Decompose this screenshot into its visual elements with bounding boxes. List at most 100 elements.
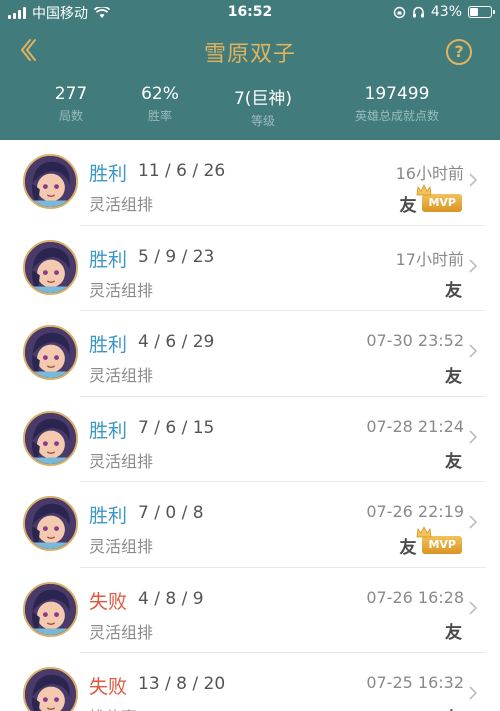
- stat-label: 局数: [58, 109, 83, 123]
- match-row[interactable]: 胜利 7 / 6 / 15 灵活组排 07-28 21:24 友: [0, 397, 500, 482]
- match-mode: 灵活组排: [89, 280, 154, 300]
- match-badges: 友: [445, 278, 462, 301]
- chevron-right-icon: [469, 344, 478, 358]
- champion-portrait-icon: [25, 241, 76, 293]
- match-mode: 灵活组排: [89, 451, 154, 471]
- champion-portrait-icon: [25, 669, 76, 711]
- friend-badge: 友: [445, 452, 462, 472]
- chevron-right-icon: [469, 173, 478, 187]
- match-result: 胜利: [89, 505, 128, 527]
- stat-value: 277: [54, 84, 88, 104]
- champion-avatar: [23, 154, 78, 209]
- match-kda: 5 / 9 / 23: [138, 246, 215, 267]
- chevron-right-icon: [469, 515, 478, 529]
- match-time: 07-26 22:19: [366, 502, 464, 521]
- match-time: 07-25 16:32: [366, 673, 464, 692]
- friend-badge: 友: [445, 281, 462, 301]
- match-mode: 灵活组排: [89, 537, 154, 556]
- stat-value: 197499: [364, 84, 430, 104]
- chevron-right-icon: [469, 429, 478, 444]
- match-result: 胜利: [89, 248, 128, 271]
- match-badges: 友: [445, 705, 462, 711]
- match-mode: 灵活组排: [89, 366, 154, 385]
- stat-achievements: 197499 英雄总成就点数: [340, 84, 454, 124]
- match-time: 07-26 16:28: [366, 587, 464, 607]
- match-time: 16小时前: [395, 164, 464, 183]
- rotation-lock-icon: [393, 6, 406, 18]
- match-kda: 11 / 6 / 26: [138, 161, 226, 181]
- champion-avatar: [23, 410, 78, 466]
- match-time: 07-30 23:52: [366, 331, 464, 350]
- crown-icon: [417, 184, 432, 196]
- champion-avatar: [23, 239, 78, 295]
- match-result: 胜利: [89, 419, 128, 442]
- champion-portrait-icon: [25, 412, 76, 464]
- stat-label: 等级: [250, 114, 275, 128]
- chevron-right-icon: [469, 686, 478, 700]
- match-result: 失败: [89, 590, 128, 613]
- friend-badge: 友: [445, 366, 462, 387]
- headphones-icon: [412, 6, 424, 17]
- match-result: 胜利: [89, 163, 128, 185]
- match-kda: 4 / 8 / 9: [138, 588, 204, 609]
- mvp-label: MVP: [428, 538, 456, 551]
- profile-header: 中国移动 16:52 43% 雪原双子 ? 277 局数 62% 胜率 7(巨神…: [0, 0, 500, 140]
- stat-games: 277 局数: [40, 84, 102, 124]
- match-row[interactable]: 胜利 5 / 9 / 23 灵活组排 17小时前友: [0, 226, 500, 311]
- champion-avatar: [23, 496, 78, 551]
- champion-avatar: [23, 581, 78, 637]
- match-result: 胜利: [89, 334, 128, 356]
- match-row[interactable]: 失败 4 / 8 / 9 灵活组排 07-26 16:28 友: [0, 568, 500, 653]
- friend-badge: 友: [399, 537, 417, 558]
- stats-bar: 277 局数 62% 胜率 7(巨神) 等级 197499 英雄总成就点数: [0, 84, 500, 130]
- friend-badge: 友: [399, 195, 417, 216]
- friend-badge: 友: [445, 623, 462, 643]
- match-mode: 灵活组排: [89, 622, 154, 642]
- chevron-right-icon: [469, 258, 478, 273]
- match-kda: 7 / 0 / 8: [138, 503, 204, 523]
- match-row[interactable]: 胜利 7 / 0 / 8 灵活组排 07-26 22:19 友 MVP: [0, 482, 500, 568]
- match-badges: 友: [445, 620, 462, 643]
- nav-bar: 雪原双子 ?: [0, 26, 500, 74]
- match-time: 17小时前: [395, 249, 464, 269]
- mvp-label: MVP: [428, 196, 456, 209]
- crown-icon: [417, 526, 432, 538]
- battery-icon: [468, 6, 495, 18]
- status-bar: 中国移动 16:52 43%: [0, 0, 500, 26]
- stat-label: 胜率: [147, 109, 172, 123]
- chevron-right-icon: [469, 600, 478, 615]
- mvp-badge: MVP: [417, 184, 462, 212]
- match-time: 07-28 21:24: [366, 416, 464, 436]
- champion-avatar: [23, 325, 78, 380]
- match-kda: 7 / 6 / 15: [138, 417, 215, 438]
- match-mode: 排位赛: [89, 704, 137, 711]
- match-row[interactable]: 失败 13 / 8 / 20 排位赛 07-25 16:32 友: [0, 653, 500, 711]
- friend-badge: 友: [445, 704, 462, 711]
- match-row[interactable]: 胜利 4 / 6 / 29 灵活组排 07-30 23:52 友: [0, 311, 500, 397]
- match-kda: 13 / 8 / 20: [138, 674, 226, 694]
- page-title: 雪原双子: [203, 42, 296, 67]
- stat-winrate: 62% 胜率: [128, 84, 192, 124]
- match-list: 胜利 11 / 6 / 26 灵活组排 16小时前友 MVP 胜利 5 / 9 / 23 灵活…: [0, 140, 500, 711]
- match-badges: 友 MVP: [399, 184, 462, 216]
- champion-portrait-icon: [25, 498, 76, 549]
- match-badges: 友: [445, 363, 462, 387]
- stat-level: 7(巨神) 等级: [218, 84, 308, 129]
- match-badges: 友 MVP: [399, 526, 462, 558]
- champion-avatar: [23, 667, 78, 711]
- match-result: 失败: [89, 676, 128, 698]
- status-bar-right: 43%: [393, 4, 495, 20]
- help-icon[interactable]: ?: [446, 39, 472, 65]
- battery-percent: 43%: [430, 4, 462, 20]
- mvp-badge: MVP: [417, 526, 462, 554]
- champion-portrait-icon: [25, 156, 76, 207]
- champion-portrait-icon: [25, 583, 76, 635]
- stat-value: 7(巨神): [233, 89, 293, 109]
- match-badges: 友: [445, 449, 462, 472]
- stat-label: 英雄总成就点数: [354, 109, 439, 123]
- stat-value: 62%: [141, 84, 179, 104]
- match-mode: 灵活组排: [89, 195, 154, 214]
- champion-portrait-icon: [25, 327, 76, 378]
- match-kda: 4 / 6 / 29: [138, 332, 215, 352]
- match-row[interactable]: 胜利 11 / 6 / 26 灵活组排 16小时前友 MVP: [0, 140, 500, 226]
